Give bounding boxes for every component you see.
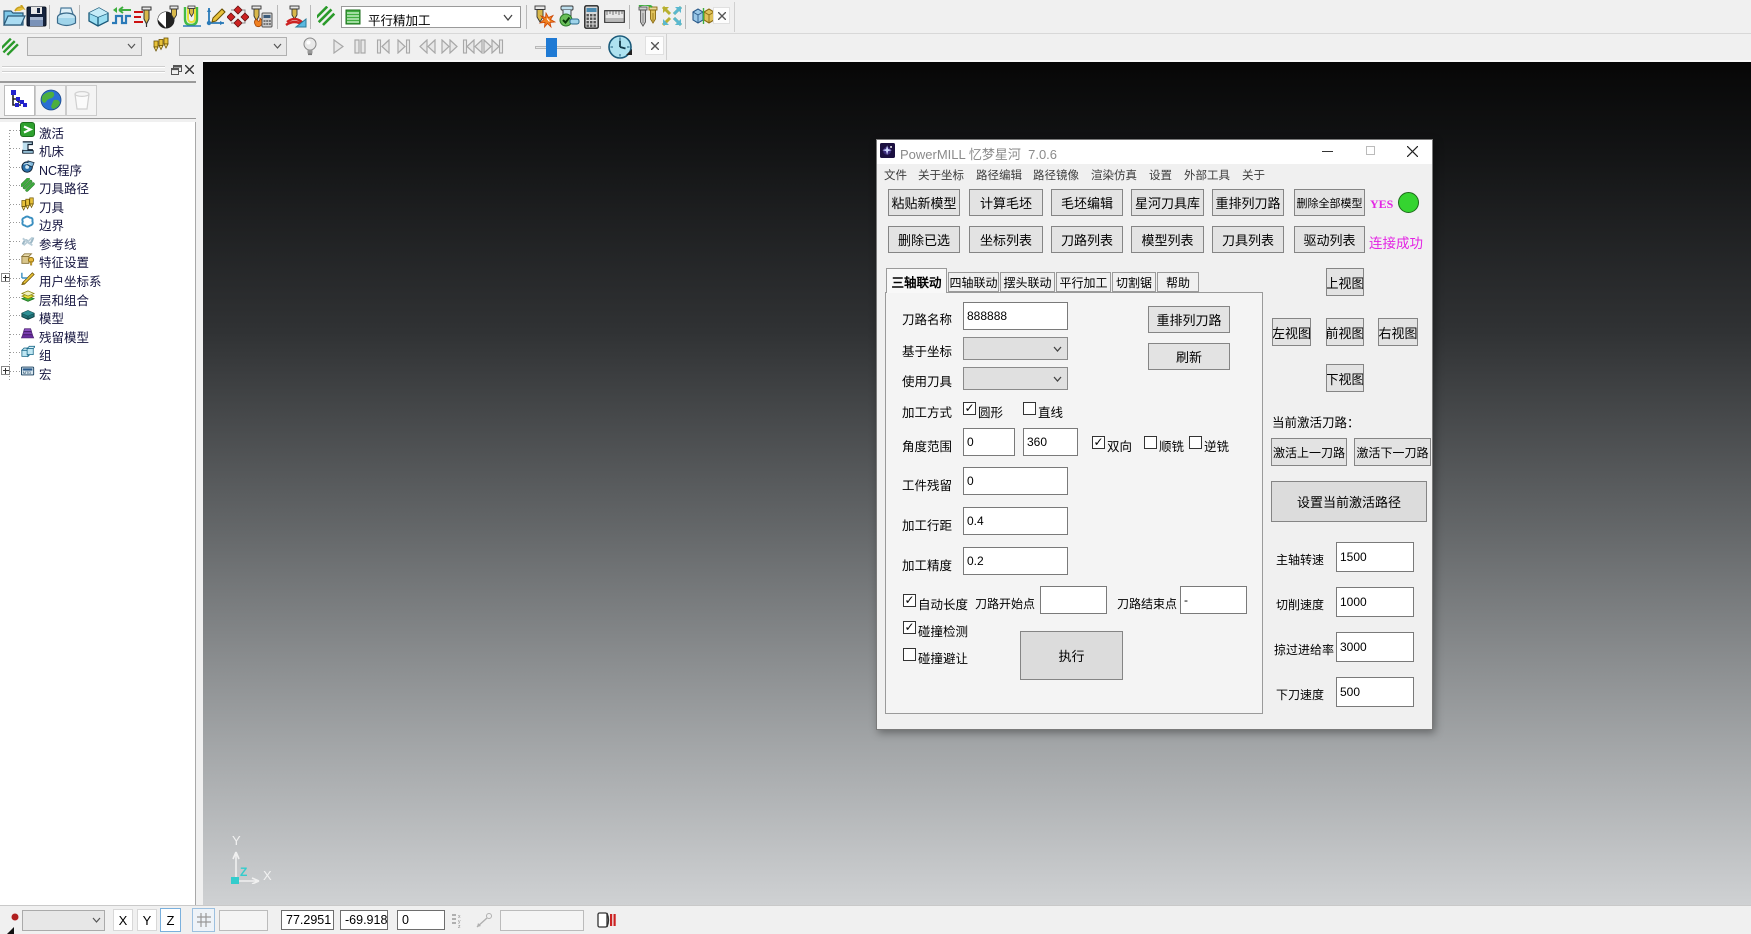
svg-text:z: z [458, 924, 461, 929]
svg-text:MTD: MTD [23, 370, 32, 375]
svg-text:Y: Y [232, 833, 241, 848]
svg-text:X: X [263, 868, 272, 883]
svg-text:Z: Z [240, 865, 247, 879]
